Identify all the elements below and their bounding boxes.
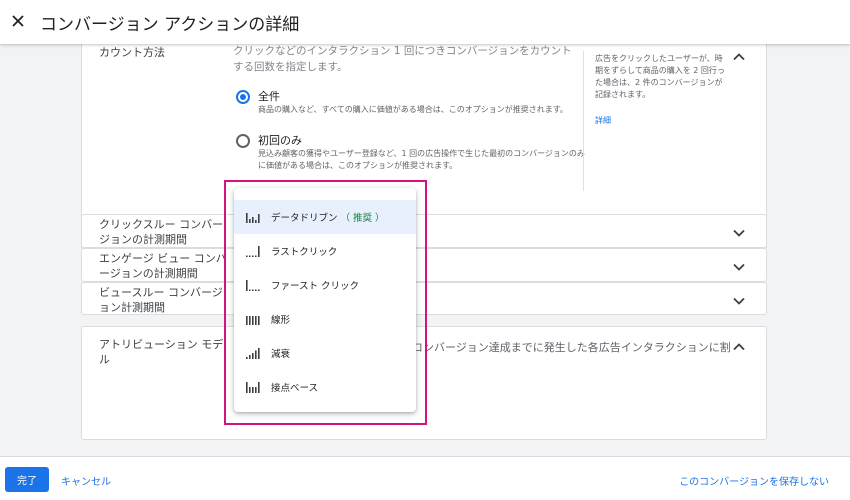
engaged-view-label: エンゲージ ビュー コンバージョンの計測期間 [99, 252, 227, 280]
radio-all-description: 商品の購入など、すべての購入に価値がある場合は、このオプションが推奨されます。 [258, 105, 568, 114]
done-button[interactable]: 完了 [5, 467, 49, 492]
collapse-button[interactable] [732, 339, 746, 353]
help-text: 広告をクリックしたユーザーが、時期をずらして商品の購入を 2 回行った場合は、2… [595, 54, 725, 99]
footer-bar: 完了 キャンセル このコンバージョンを保存しない [0, 456, 850, 500]
close-icon [11, 13, 25, 32]
click-through-label: クリックスルー コンバージョンの計測期間 [99, 218, 224, 246]
chevron-up-icon [732, 339, 746, 358]
chevron-up-icon [732, 49, 746, 68]
chevron-down-icon [732, 293, 746, 312]
attribution-description: コンバージョン達成までに発生した各広告インタラクションに割 [412, 341, 731, 354]
expand-button[interactable] [732, 225, 746, 239]
attribution-label: アトリビューション モデル [99, 338, 224, 366]
dont-save-button[interactable]: このコンバージョンを保存しない [679, 473, 829, 488]
count-method-label: カウント方法 [99, 46, 165, 59]
chevron-down-icon [732, 259, 746, 278]
help-divider [583, 51, 584, 191]
cancel-button[interactable]: キャンセル [61, 473, 111, 488]
view-through-label: ビュースルー コンバージョン計測期間 [99, 286, 223, 314]
close-button[interactable] [0, 0, 36, 44]
radio-option-all[interactable]: 全件 商品の購入など、すべての購入に価値がある場合は、このオプションが推奨されま… [236, 89, 588, 116]
highlight-frame [224, 180, 427, 425]
radio-all[interactable] [236, 90, 250, 104]
count-method-description: クリックなどのインタラクション 1 回につきコンバージョンをカウントする回数を指… [233, 45, 572, 73]
header-bar: コンバージョン アクションの詳細 [0, 0, 850, 44]
expand-button[interactable] [732, 293, 746, 307]
radio-first[interactable] [236, 134, 250, 148]
collapse-button[interactable] [732, 49, 746, 63]
page-title: コンバージョン アクションの詳細 [40, 14, 300, 35]
main-content: カウント方法 クリックなどのインタラクション 1 回につきコンバージョンをカウン… [0, 44, 850, 456]
radio-first-description: 見込み顧客の獲得やユーザー登録など、1 回の広告操作で生じた最初のコンバージョン… [258, 149, 585, 170]
chevron-down-icon [732, 225, 746, 244]
radio-first-label: 初回のみ [258, 134, 302, 147]
help-link[interactable]: 詳細 [595, 115, 611, 126]
radio-all-label: 全件 [258, 90, 280, 103]
radio-option-first[interactable]: 初回のみ 見込み顧客の獲得やユーザー登録など、1 回の広告操作で生じた最初のコン… [236, 133, 588, 172]
expand-button[interactable] [732, 259, 746, 273]
